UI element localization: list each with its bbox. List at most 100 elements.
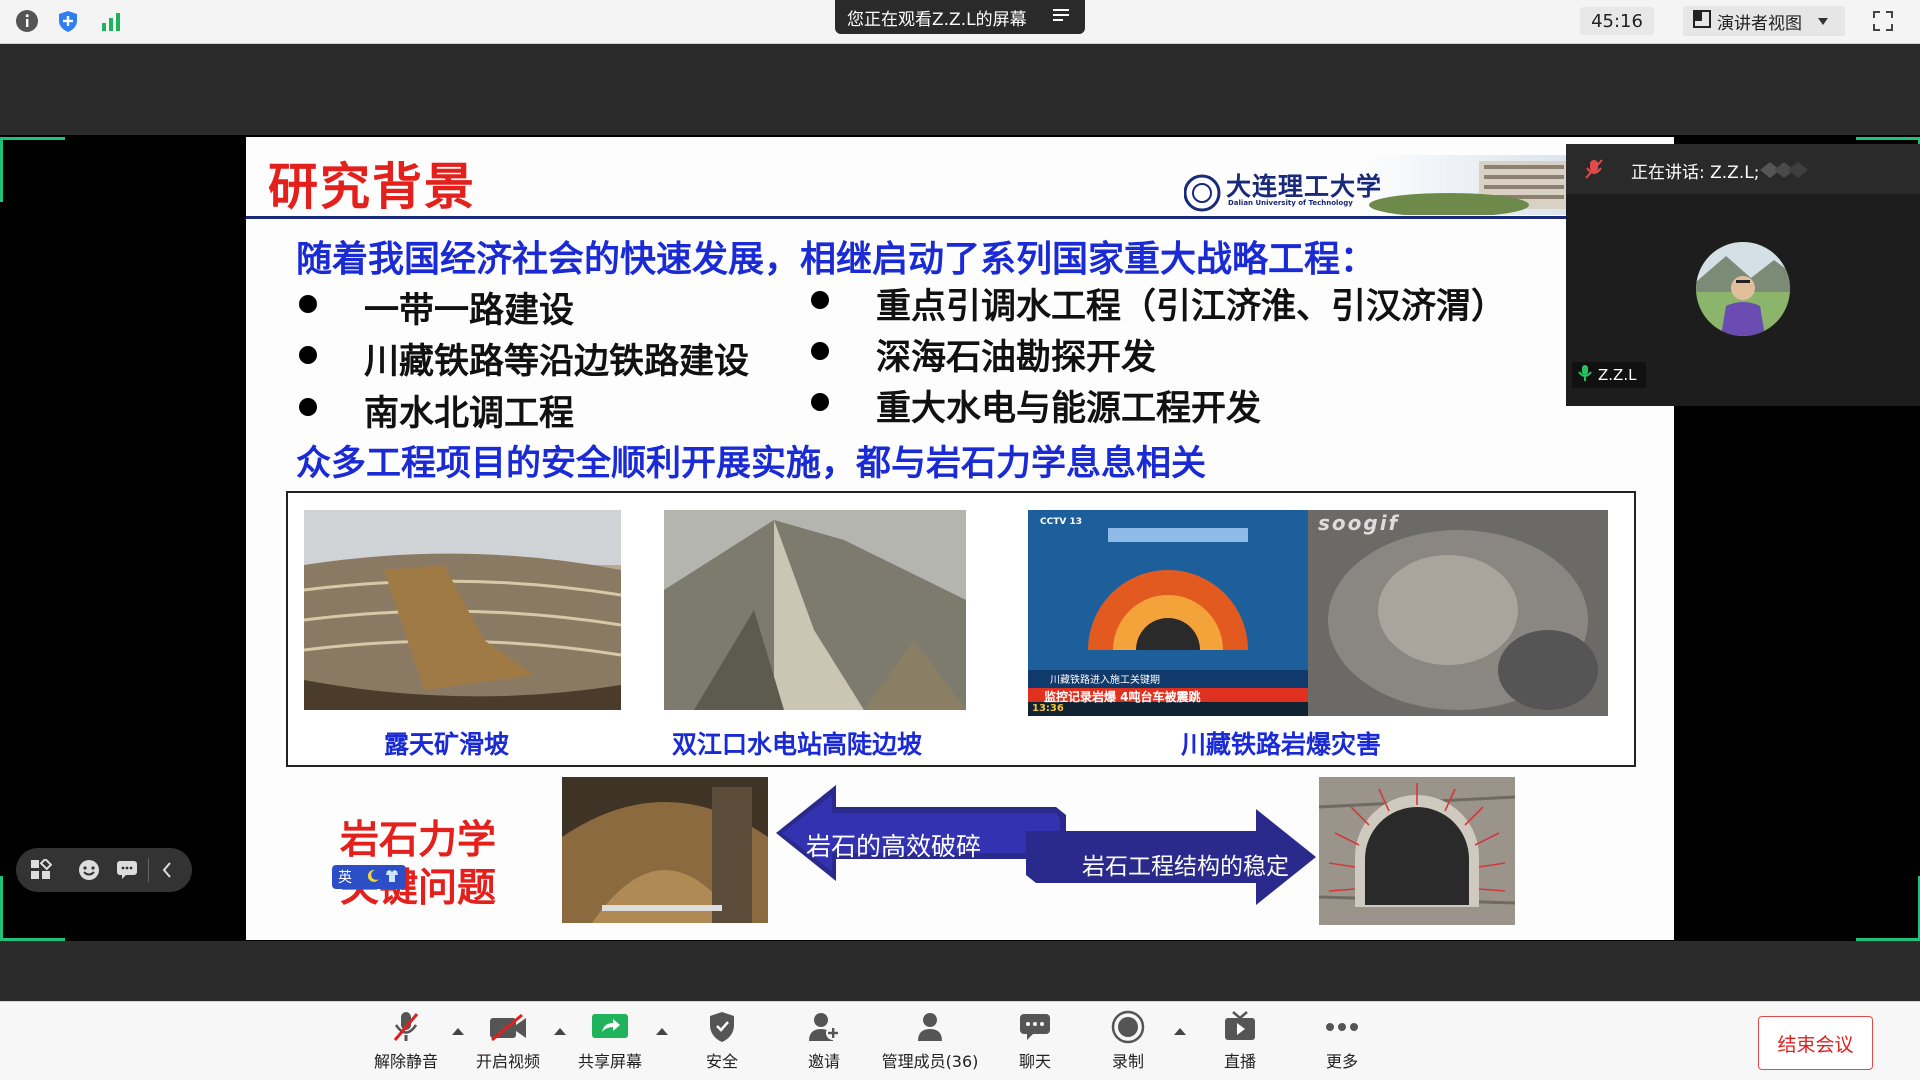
shirt-icon — [384, 868, 398, 887]
watching-banner[interactable]: 您正在观看Z.Z.L的屏幕 — [835, 0, 1085, 34]
start-video-label: 开启视频 — [475, 1052, 540, 1071]
record-options-caret[interactable] — [1174, 1028, 1186, 1035]
add-user-icon — [804, 1008, 844, 1046]
bullet-item: 重大水电与能源工程开发 — [876, 389, 1262, 429]
moon-icon — [366, 868, 380, 887]
bullet-dot — [811, 342, 829, 360]
audio-options-caret[interactable] — [452, 1028, 464, 1035]
meeting-timer: 45:16 — [1580, 7, 1654, 35]
tunnel-excavation-image — [562, 777, 768, 923]
bullet-item: 一带一路建设 — [364, 291, 575, 331]
security-button[interactable]: 安全 — [682, 1008, 762, 1074]
view-mode-label: 演讲者视图 — [1717, 13, 1802, 34]
gif-watermark: soogif — [1318, 511, 1400, 535]
camera-off-icon — [488, 1008, 528, 1046]
caption-landslide: 露天矿滑坡 — [384, 730, 510, 759]
participants-icon — [910, 1008, 950, 1046]
news-top-text: 川藏铁路进入施工关键期 — [1050, 675, 1160, 686]
chat-icon — [1015, 1008, 1055, 1046]
video-options-caret[interactable] — [554, 1028, 566, 1035]
bullet-dot — [299, 295, 317, 313]
live-button[interactable]: 直播 — [1200, 1008, 1280, 1074]
participants-button[interactable]: 管理成员(36) — [880, 1008, 980, 1074]
intro-text: 随着我国经济社会的快速发展，相继启动了系列国家重大战略工程： — [296, 239, 1377, 280]
bullet-item: 深海石油勘探开发 — [876, 338, 1157, 378]
end-meeting-button[interactable]: 结束会议 — [1758, 1016, 1873, 1070]
emoji-icon[interactable] — [78, 859, 100, 885]
ime-language-label: 英 — [338, 870, 352, 886]
rockburst-gif-image — [1308, 510, 1608, 716]
cctv-label: CCTV 13 — [1040, 517, 1082, 527]
title-divider — [246, 216, 1674, 219]
share-options-caret[interactable] — [656, 1028, 668, 1035]
mic-off-icon — [386, 1008, 426, 1046]
news-banner: 监控记录岩爆 4吨台车被震跳 — [1044, 690, 1201, 704]
meeting-toolbar: 解除静音 开启视频 共享屏幕 安全 邀请 管理成员(36) 聊天 录制 直播 更… — [0, 1001, 1920, 1080]
menu-icon[interactable] — [1052, 7, 1069, 27]
record-button[interactable]: 录制 — [1088, 1008, 1168, 1074]
avatar — [1696, 242, 1790, 336]
photo-panel: CCTV 13 川藏铁路进入施工关键期 监控记录岩爆 4吨台车被震跳 13:36… — [286, 491, 1636, 767]
participant-name: Z.Z.L — [1598, 366, 1637, 384]
more-label: 更多 — [1325, 1052, 1358, 1071]
focus-corner — [1856, 876, 1920, 941]
invite-label: 邀请 — [807, 1052, 840, 1071]
arrow-label-fragmentation: 岩石的高效破碎 — [806, 832, 982, 861]
participant-name-tag: Z.Z.L — [1572, 362, 1647, 388]
more-button[interactable]: 更多 — [1302, 1008, 1382, 1074]
top-bar: 您正在观看Z.Z.L的屏幕 45:16 演讲者视图 — [0, 0, 1920, 44]
presentation-slide: 研究背景 大连理工大学 Dalian University of Technol… — [246, 137, 1674, 940]
bullet-dot — [811, 393, 829, 411]
news-ticker: 13:36 — [1032, 703, 1064, 714]
signal-icon[interactable] — [98, 8, 124, 34]
tunnel-support-diagram — [1319, 777, 1515, 925]
floating-toolbar — [16, 848, 192, 892]
record-label: 录制 — [1111, 1052, 1144, 1071]
watching-text: 您正在观看Z.Z.L的屏幕 — [847, 9, 1027, 30]
focus-corner — [0, 137, 65, 202]
share-screen-icon — [590, 1008, 630, 1046]
unmute-button[interactable]: 解除静音 — [366, 1008, 446, 1074]
apps-icon[interactable] — [30, 857, 53, 885]
bullet-item: 南水北调工程 — [364, 394, 575, 434]
bullet-dot — [811, 291, 829, 309]
info-icon[interactable] — [14, 8, 40, 34]
more-dots-icon — [1322, 1008, 1362, 1046]
divider — [148, 858, 149, 882]
microphone-icon — [1578, 364, 1592, 386]
bullet-item: 川藏铁路等沿边铁路建设 — [364, 342, 750, 382]
start-video-button[interactable]: 开启视频 — [468, 1008, 548, 1074]
chat-button[interactable]: 聊天 — [995, 1008, 1075, 1074]
mic-muted-icon — [1584, 158, 1604, 184]
security-label: 安全 — [705, 1052, 738, 1071]
ime-indicator[interactable]: 英 — [332, 865, 406, 889]
speaker-avatars-icon — [1752, 160, 1812, 180]
chat-label: 聊天 — [1018, 1052, 1051, 1071]
view-mode-dropdown[interactable]: 演讲者视图 — [1683, 6, 1845, 36]
live-stream-icon — [1220, 1008, 1260, 1046]
speaker-view-icon — [1693, 9, 1711, 33]
open-pit-landslide-image — [304, 510, 621, 710]
active-speaker-panel[interactable]: 正在讲话: Z.Z.L; Z.Z.L — [1566, 144, 1920, 406]
chat-bubble-icon[interactable] — [116, 860, 138, 884]
caption-rockburst: 川藏铁路岩爆灾害 — [1181, 730, 1382, 759]
live-label: 直播 — [1223, 1052, 1256, 1071]
chevron-down-icon — [1818, 11, 1828, 31]
invite-button[interactable]: 邀请 — [784, 1008, 864, 1074]
slide-title: 研究背景 — [268, 157, 476, 216]
record-icon — [1108, 1008, 1148, 1046]
logo-text: 大连理工大学 — [1226, 172, 1383, 201]
arrow-label-stability: 岩石工程结构的稳定 — [1082, 854, 1289, 880]
chevron-left-icon[interactable] — [162, 862, 172, 882]
fullscreen-icon[interactable] — [1870, 8, 1896, 34]
bullet-item: 重点引调水工程（引江济淮、引汉济渭） — [876, 287, 1507, 327]
high-slope-image — [664, 510, 966, 710]
share-screen-label: 共享屏幕 — [577, 1052, 642, 1071]
share-screen-button[interactable]: 共享屏幕 — [570, 1008, 650, 1074]
bullet-dot — [299, 398, 317, 416]
shield-icon[interactable] — [55, 8, 81, 34]
shield-icon — [702, 1008, 742, 1046]
logo-subtext: Dalian University of Technology — [1228, 199, 1353, 207]
participants-label: 管理成员(36) — [881, 1052, 979, 1071]
caption-slope: 双江口水电站高陡边坡 — [672, 730, 923, 759]
